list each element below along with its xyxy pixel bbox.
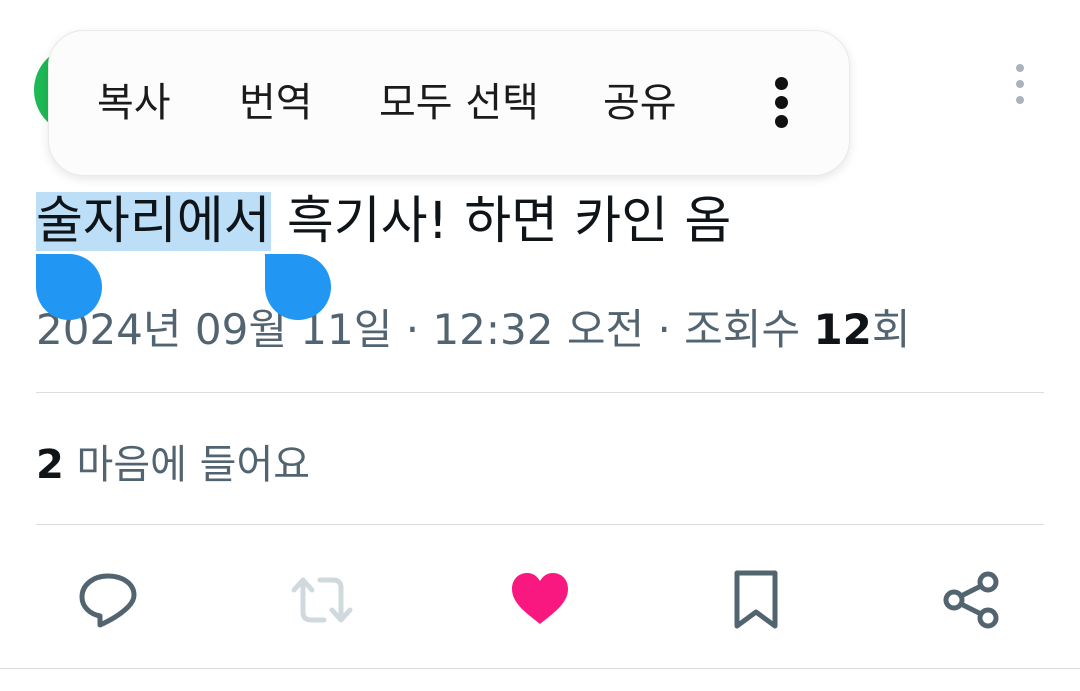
more-vertical-icon[interactable]	[767, 77, 795, 129]
timestamp[interactable]: 2024년 09월 11일 · 12:32 오전 · 조회수	[36, 305, 813, 354]
divider	[36, 524, 1044, 525]
bookmark-icon	[734, 570, 778, 629]
view-count-suffix: 회	[871, 305, 911, 354]
tweet-text-rest[interactable]: 흑기사! 하면 카인 옴	[271, 192, 731, 251]
selected-text[interactable]: 술자리에서	[36, 192, 271, 251]
likes-row[interactable]: 2 마음에 들어요	[36, 438, 310, 492]
share-button[interactable]: 공유	[603, 81, 677, 125]
retweet-button[interactable]	[290, 568, 354, 632]
text-selection-toolbar: 복사 번역 모두 선택 공유	[48, 30, 850, 176]
likes-count: 2	[36, 442, 64, 488]
retweet-icon	[291, 577, 353, 623]
share-action-button[interactable]	[940, 568, 1004, 632]
tweet-metadata: 2024년 09월 11일 · 12:32 오전 · 조회수 12회	[36, 303, 911, 357]
selection-start-handle[interactable]	[36, 254, 102, 320]
like-button[interactable]	[508, 568, 572, 632]
share-icon	[943, 571, 999, 629]
reply-icon	[79, 573, 137, 628]
bookmark-button[interactable]	[724, 568, 788, 632]
translate-button[interactable]: 번역	[239, 81, 313, 125]
heart-icon	[512, 573, 568, 624]
tweet-text[interactable]: 술자리에서 흑기사! 하면 카인 옴	[36, 188, 731, 256]
selection-end-handle[interactable]	[265, 254, 331, 320]
likes-label: 마음에 들어요	[63, 442, 311, 488]
select-all-button[interactable]: 모두 선택	[379, 81, 539, 125]
copy-button[interactable]: 복사	[97, 81, 171, 125]
reply-button[interactable]	[76, 568, 140, 632]
more-options-icon[interactable]	[1006, 62, 1034, 106]
tweet-detail-screen: 복사 번역 모두 선택 공유 술자리에서 흑기사! 하면 카인 옴 2024년 …	[0, 0, 1080, 691]
divider	[0, 668, 1080, 669]
divider	[36, 392, 1044, 393]
view-count: 12	[813, 305, 872, 354]
